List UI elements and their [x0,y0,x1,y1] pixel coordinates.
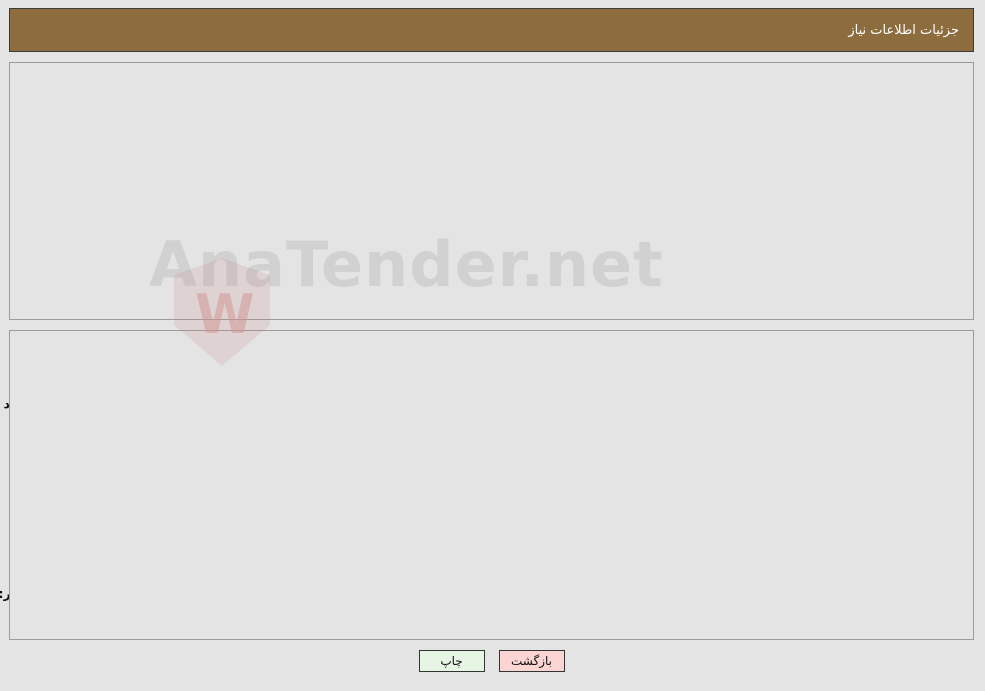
page-title: جزئیات اطلاعات نیاز [849,22,960,38]
need-info-panel [10,62,975,320]
back-button[interactable]: بازگشت [499,650,566,672]
action-button-bar: بازگشت چاپ [0,650,985,672]
details-panel [10,330,975,640]
print-button[interactable]: چاپ [419,650,486,672]
page-header: جزئیات اطلاعات نیاز [10,8,975,52]
